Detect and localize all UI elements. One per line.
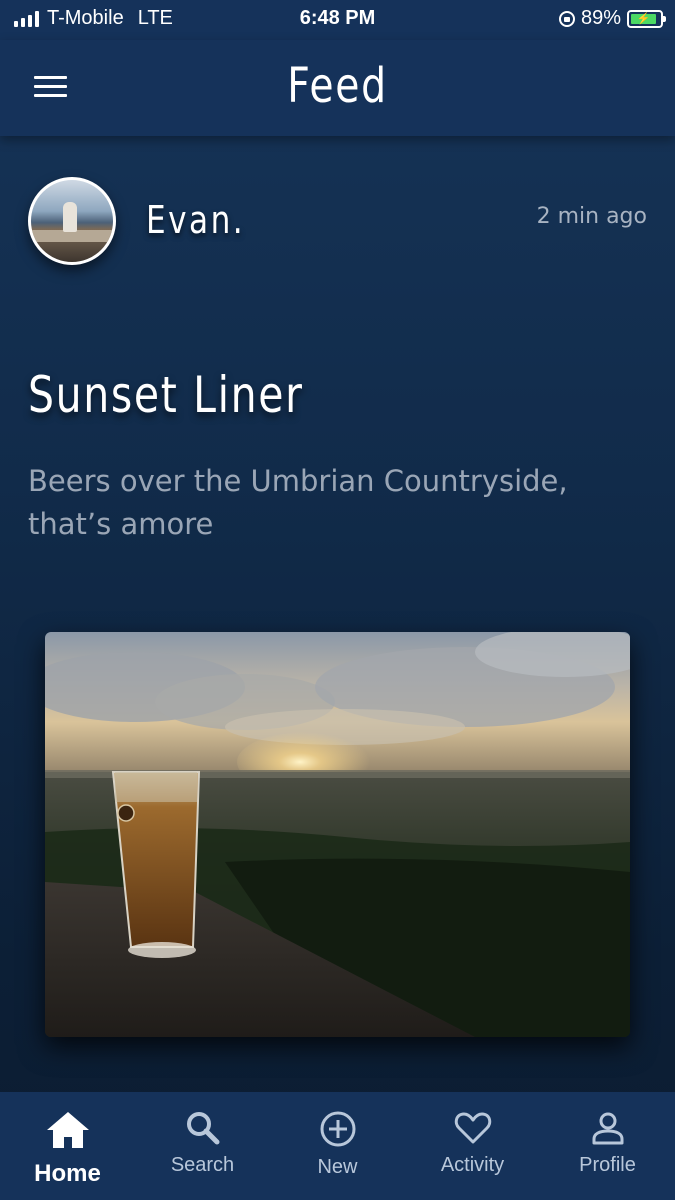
- person-icon: [592, 1112, 623, 1145]
- feed-screen: T-Mobile LTE 6:48 PM 89% ⚡ Feed Evan. 2 …: [0, 0, 675, 1200]
- battery-percent: 89%: [580, 7, 621, 29]
- tab-search-label: Search: [170, 1154, 235, 1176]
- search-icon: [186, 1112, 219, 1145]
- status-right: 89% ⚡: [558, 7, 666, 30]
- page-title: Feed: [287, 58, 388, 114]
- tab-home[interactable]: Home: [0, 1092, 135, 1200]
- tab-profile[interactable]: Profile: [540, 1092, 675, 1200]
- tab-new-label: New: [317, 1156, 358, 1178]
- status-bar: T-Mobile LTE 6:48 PM 89% ⚡: [0, 0, 675, 40]
- tab-activity[interactable]: Activity: [405, 1092, 540, 1200]
- battery-icon: ⚡: [627, 9, 666, 28]
- battery-fill: ⚡: [631, 13, 656, 25]
- post-photo[interactable]: [45, 632, 630, 1037]
- author-name[interactable]: Evan.: [146, 198, 245, 242]
- bottom-tab-bar: Home Search New Activity Profile: [0, 1092, 675, 1200]
- tab-activity-label: Activity: [440, 1154, 505, 1176]
- tab-profile-label: Profile: [579, 1154, 636, 1176]
- plus-circle-icon: [320, 1111, 355, 1147]
- orientation-lock-icon: [558, 10, 575, 27]
- author-avatar[interactable]: [28, 177, 116, 265]
- tab-new[interactable]: New: [270, 1092, 405, 1200]
- tab-search[interactable]: Search: [135, 1092, 270, 1200]
- post-title: Sunset Liner: [28, 366, 304, 424]
- sunset-beer-image: [45, 632, 630, 1037]
- tab-home-label: Home: [34, 1160, 101, 1187]
- heart-icon: [454, 1112, 491, 1144]
- home-icon: [46, 1112, 89, 1148]
- app-header: Feed: [0, 40, 675, 136]
- post-timestamp: 2 min ago: [536, 204, 647, 229]
- post-caption: Beers over the Umbrian Countryside, that…: [28, 464, 568, 541]
